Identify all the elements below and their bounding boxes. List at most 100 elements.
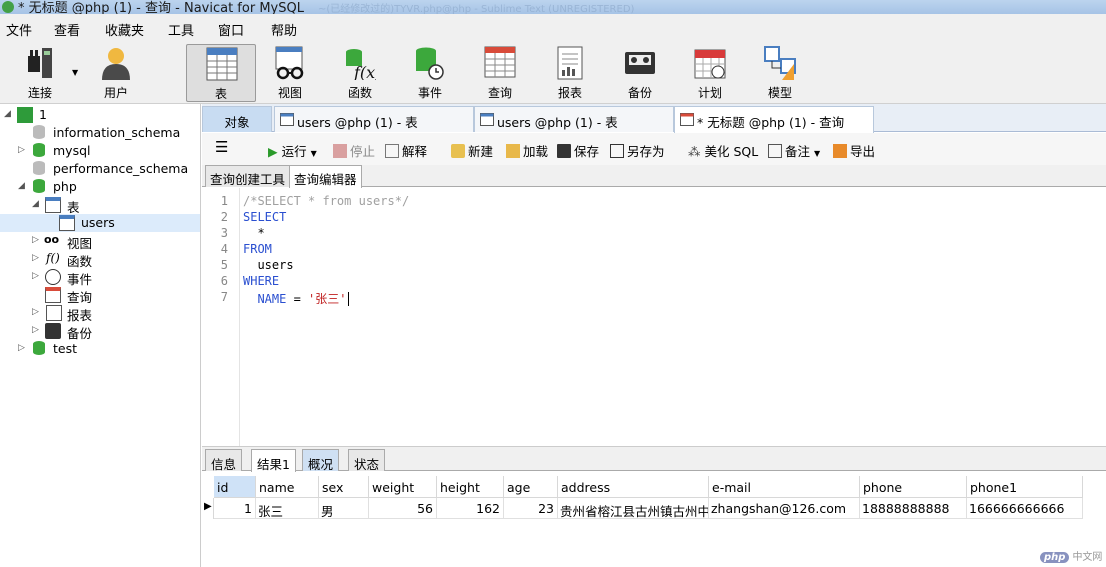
tree-db-mysql[interactable]: ▷ mysql [0,142,200,160]
menu-favorites[interactable]: 收藏夹 [105,20,144,39]
column-header-weight[interactable]: weight [369,476,437,498]
expand-arrow-icon[interactable]: ◢ [32,199,39,209]
table-cell[interactable]: 23 [504,498,558,519]
text-cursor [347,292,356,306]
event-button[interactable]: 事件 [395,44,465,102]
tree-db-information-schema[interactable]: information_schema [0,124,200,142]
main-toolbar: 连接 ▼ 用户 表 视图 f(x) 函数 事件 查询 报表 备份 计划 模型 [0,42,1106,104]
column-header-age[interactable]: age [504,476,558,498]
save-as-button[interactable]: 另存为 [610,141,665,160]
menu-tools[interactable]: 工具 [168,20,194,39]
tab-untitled-query[interactable]: * 无标题 @php (1) - 查询 [674,106,874,133]
column-header-name[interactable]: name [256,476,319,498]
tab-users-table-2[interactable]: users @php (1) - 表 [474,106,674,132]
collapse-arrow-icon[interactable]: ▷ [32,325,39,335]
model-button[interactable]: 模型 [745,44,815,102]
collapse-arrow-icon[interactable]: ▷ [18,145,25,155]
report-button[interactable]: 报表 [535,44,605,102]
tree-php-views[interactable]: ▷ oo 视图 [0,232,200,251]
load-button[interactable]: 加载 [506,141,548,160]
beautify-sql-button[interactable]: ⁂ 美化 SQL [688,141,758,160]
run-button[interactable]: ▶ 运行 ▼ [268,141,317,160]
code-line: NAME = '张三' [243,290,356,307]
backup-button[interactable]: 备份 [605,44,675,102]
row-indicator[interactable]: ▶ [202,498,214,519]
table-icon [206,47,238,81]
table-cell[interactable]: 18888888888 [860,498,967,519]
tree-php-functions[interactable]: ▷ f() 函数 [0,250,200,269]
save-button[interactable]: 保存 [557,141,599,160]
query-toolbar: ☰ ▶ 运行 ▼ 停止 解释 新建 加载 保存 另存为 ⁂ 美化 SQL 备注 … [202,133,1106,165]
table-cell[interactable]: 张三 [256,498,319,519]
tree-php-events[interactable]: ▷ 事件 [0,268,200,287]
tab-result1[interactable]: 结果1 [251,449,296,472]
view-icon: oo [44,233,60,246]
menu-window[interactable]: 窗口 [218,20,244,39]
line-number-gutter: 1 2 3 4 5 6 7 [202,188,240,446]
function-button[interactable]: f(x) 函数 [325,44,395,102]
tab-query-builder[interactable]: 查询创建工具 [205,165,291,187]
sql-editor[interactable]: 1 2 3 4 5 6 7 /*SELECT * from users*/ SE… [202,188,1106,446]
comment-dropdown-icon[interactable]: ▼ [814,149,820,158]
menu-file[interactable]: 文件 [6,20,32,39]
connect-dropdown-icon[interactable]: ▼ [72,68,78,77]
tab-objects[interactable]: 对象 [202,106,272,132]
tree-php-queries[interactable]: 查询 [0,286,200,305]
tree-php-backups[interactable]: ▷ 备份 [0,322,200,341]
tab-info[interactable]: 信息 [205,449,243,472]
tab-users-table-1[interactable]: users @php (1) - 表 [274,106,474,132]
export-button[interactable]: 导出 [833,141,875,160]
new-button[interactable]: 新建 [451,141,493,160]
column-header-height[interactable]: height [437,476,504,498]
tree-table-users[interactable]: users [0,214,200,232]
comment-button[interactable]: 备注 ▼ [768,141,820,160]
collapse-arrow-icon[interactable]: ▷ [32,235,39,245]
view-button[interactable]: 视图 [255,44,325,102]
explain-icon [385,144,399,158]
tree-connection-1[interactable]: ◢ 1 [0,106,200,124]
connect-button[interactable]: 连接 [5,44,75,102]
query-button[interactable]: 查询 [465,44,535,102]
table-cell[interactable]: 166666666666 [967,498,1083,519]
collapse-arrow-icon[interactable]: ▷ [32,307,39,317]
table-cell[interactable]: zhangshan@126.com [709,498,860,519]
explain-button[interactable]: 解释 [385,141,427,160]
collapse-arrow-icon[interactable]: ▷ [18,343,25,353]
table-cell[interactable]: 男 [319,498,369,519]
tree-db-performance-schema[interactable]: performance_schema [0,160,200,178]
tab-overview[interactable]: 概况 [302,449,340,472]
column-header-sex[interactable]: sex [319,476,369,498]
table-button[interactable]: 表 [186,44,256,102]
tree-php-tables[interactable]: ◢ 表 [0,196,200,215]
tree-db-php[interactable]: ◢ php [0,178,200,196]
column-header-phone[interactable]: phone [860,476,967,498]
column-header-phone1[interactable]: phone1 [967,476,1083,498]
collapse-arrow-icon[interactable]: ▷ [32,253,39,263]
tab-status[interactable]: 状态 [348,449,386,472]
save-as-icon [610,144,624,158]
code-line: WHERE [243,274,280,288]
stop-button[interactable]: 停止 [333,141,375,160]
new-query-icon [451,144,465,158]
column-header-email[interactable]: e-mail [709,476,860,498]
table-cell[interactable]: 56 [369,498,437,519]
play-icon: ▶ [268,144,278,159]
tree-db-test[interactable]: ▷ test [0,340,200,358]
schedule-button[interactable]: 计划 [675,44,745,102]
menu-view[interactable]: 查看 [54,20,80,39]
function-icon: f(x) [346,49,376,80]
expand-arrow-icon[interactable]: ◢ [4,109,11,119]
user-button[interactable]: 用户 [81,44,151,102]
collapse-arrow-icon[interactable]: ▷ [32,271,39,281]
hamburger-menu-icon[interactable]: ☰ [215,138,228,156]
tab-query-editor[interactable]: 查询编辑器 [289,165,362,188]
table-cell[interactable]: 162 [437,498,504,519]
tree-php-reports[interactable]: ▷ 报表 [0,304,200,323]
table-cell[interactable]: 贵州省榕江县古州镇古州中路 [558,498,709,519]
run-dropdown-icon[interactable]: ▼ [311,149,317,158]
column-header-address[interactable]: address [558,476,709,498]
table-cell[interactable]: 1 [214,498,256,519]
menu-help[interactable]: 帮助 [271,20,297,39]
expand-arrow-icon[interactable]: ◢ [18,181,25,191]
column-header-id[interactable]: id [214,476,256,498]
